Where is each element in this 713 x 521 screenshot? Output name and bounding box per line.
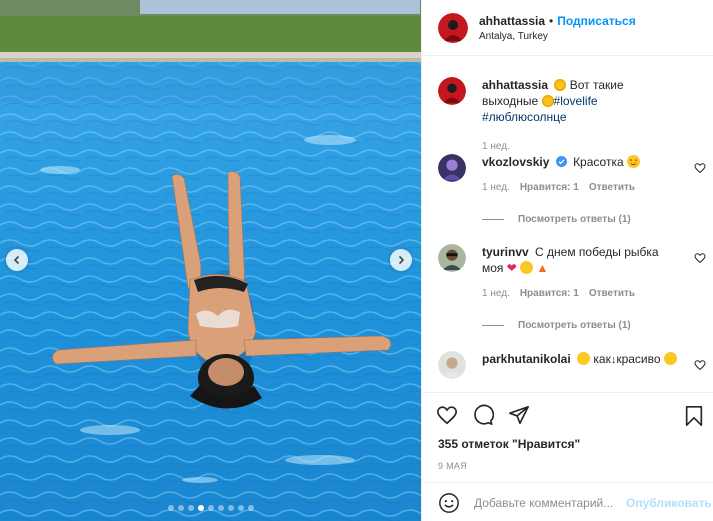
action-bar [422, 393, 713, 437]
carousel-dot [207, 505, 214, 511]
user-avatar-icon[interactable] [438, 77, 466, 105]
user-avatar-icon[interactable] [438, 351, 466, 379]
instagram-post-window: ahhattassia • Подписаться Antalya, Turke… [0, 0, 713, 521]
comment-username[interactable]: vkozlovskiy [482, 155, 549, 169]
caption-username[interactable]: ahhattassia [482, 78, 548, 92]
sun-emoji-icon [554, 79, 567, 91]
comments-section[interactable]: ahhattassia Вот такие выходные #lovelife… [422, 57, 713, 392]
post-sidebar: ahhattassia • Подписаться Antalya, Turke… [421, 0, 713, 521]
post-photo[interactable] [0, 0, 421, 521]
reply-button[interactable]: Ответить [589, 180, 635, 196]
user-avatar-icon[interactable] [438, 244, 466, 272]
save-button[interactable] [684, 405, 704, 432]
carousel-dot [247, 505, 254, 511]
comment-text-continued: красиво [616, 352, 661, 366]
post-caption: ahhattassia Вот такие выходные #lovelife… [438, 77, 708, 155]
bookmark-icon [685, 406, 703, 426]
post-date[interactable]: 9 МАЯ [422, 461, 713, 471]
like-comment-heart-icon[interactable] [694, 162, 706, 174]
carousel-indicator [0, 505, 421, 511]
comment-likes[interactable]: Нравится: 1 [520, 286, 579, 302]
post-footer: 355 отметок "Нравится" 9 МАЯ Опубликоват… [422, 392, 713, 513]
pool-scene-image [0, 0, 421, 521]
hugging-emoji-icon [520, 261, 534, 274]
heart-eyes-emoji-icon [626, 155, 640, 168]
reply-button[interactable]: Ответить [589, 286, 635, 302]
post-header: ahhattassia • Подписаться Antalya, Turke… [422, 0, 713, 56]
comment-item: vkozlovskiy Красотка 1 нед. Нравится: 1 … [438, 154, 708, 196]
fire-emoji-icon: ▲ [536, 261, 549, 275]
comment-item: tyurinvv С днем победы рыбка моя ❤ ▲ 1 н… [438, 244, 708, 302]
user-avatar-icon[interactable] [438, 12, 468, 43]
comment-username[interactable]: parkhutanikolai [482, 352, 571, 366]
likes-count[interactable]: 355 отметок "Нравится" [422, 437, 713, 451]
speech-bubble-icon [474, 404, 494, 425]
heart-icon [437, 406, 457, 425]
follow-button[interactable]: Подписаться [557, 14, 635, 28]
share-button[interactable] [508, 404, 530, 426]
smiley-emoji-icon[interactable] [438, 492, 460, 514]
comment-username[interactable]: tyurinvv [482, 245, 529, 259]
comment-text: Красотка [573, 155, 624, 169]
chevron-right-icon [398, 255, 405, 265]
comment-input[interactable] [474, 495, 624, 510]
carousel-dot [227, 505, 234, 511]
add-comment-bar: Опубликовать [422, 482, 713, 521]
comment-text: как [593, 352, 611, 366]
view-replies-label[interactable]: Посмотреть ответы (1) [518, 214, 631, 225]
view-replies-label[interactable]: Посмотреть ответы (1) [518, 320, 631, 331]
view-replies-button[interactable]: Посмотреть ответы (1) [482, 320, 631, 331]
sun-emoji-icon [541, 95, 554, 107]
comment-time[interactable]: 1 нед. [482, 180, 510, 196]
carousel-dot [167, 505, 174, 511]
like-comment-heart-icon[interactable] [694, 359, 706, 371]
comment-button[interactable] [472, 404, 494, 426]
hugging-emoji-icon [663, 352, 677, 365]
post-location[interactable]: Antalya, Turkey [479, 31, 636, 42]
like-comment-heart-icon[interactable] [694, 252, 706, 264]
replies-divider-line [482, 219, 504, 220]
carousel-dot [217, 505, 224, 511]
replies-divider-line [482, 325, 504, 326]
post-author-username[interactable]: ahhattassia [479, 14, 545, 28]
red-heart-emoji-icon: ❤ [506, 261, 517, 275]
comment-likes[interactable]: Нравится: 1 [520, 180, 579, 196]
view-replies-button[interactable]: Посмотреть ответы (1) [482, 214, 631, 225]
paper-plane-icon [509, 405, 529, 425]
carousel-dot [177, 505, 184, 511]
comment-item: parkhutanikolai как↓красиво [438, 351, 708, 379]
hashtag-lyublyusolntse[interactable]: #люблюсолнце [482, 110, 567, 124]
carousel-dot [187, 505, 194, 511]
carousel-dot [237, 505, 244, 511]
user-avatar-icon[interactable] [438, 154, 466, 182]
publish-button[interactable]: Опубликовать [626, 496, 712, 510]
comment-time[interactable]: 1 нед. [482, 286, 510, 302]
header-separator: • [549, 13, 554, 28]
chevron-left-icon [13, 255, 20, 265]
hashtag-lovelife[interactable]: #lovelife [554, 94, 598, 108]
caption-time[interactable]: 1 нед. [482, 139, 510, 155]
grinning-emoji-icon [577, 352, 591, 365]
previous-photo-button[interactable] [6, 249, 28, 271]
like-button[interactable] [436, 404, 458, 426]
verified-badge-icon [555, 156, 567, 167]
carousel-dot [197, 505, 204, 511]
next-photo-button[interactable] [390, 249, 412, 271]
